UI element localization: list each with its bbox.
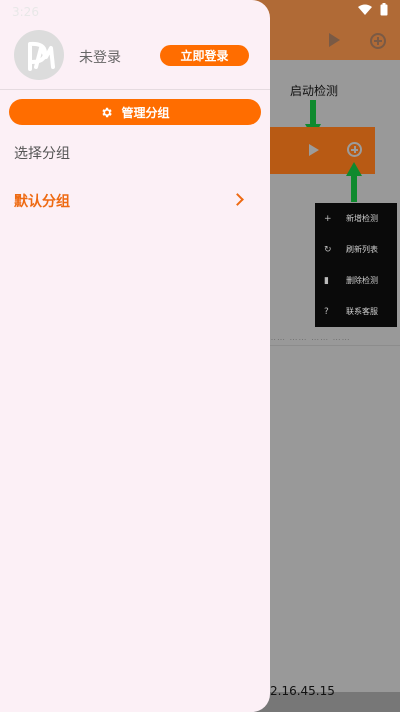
divider bbox=[270, 345, 400, 346]
gear-icon bbox=[102, 107, 113, 117]
help-icon: ? bbox=[324, 306, 329, 317]
popup-menu: + 新增检测 ↻ 刷新列表 ▮ 删除检测 ? 联系客服 bbox=[315, 203, 397, 327]
group-item-default[interactable]: 默认分组 bbox=[0, 186, 270, 216]
chevron-right-icon bbox=[231, 193, 244, 206]
menu-item-add[interactable]: + 新增检测 bbox=[315, 203, 397, 234]
plus-icon: + bbox=[324, 213, 332, 224]
user-name: 未登录 bbox=[79, 50, 121, 66]
login-button[interactable]: 立即登录 bbox=[160, 45, 249, 66]
status-icons bbox=[358, 3, 388, 16]
menu-item-label: 刷新列表 bbox=[346, 245, 378, 254]
blurred-text: …… …… …… …… bbox=[268, 333, 351, 342]
trash-icon: ▮ bbox=[324, 275, 329, 286]
add-circle-icon[interactable] bbox=[370, 33, 386, 49]
menu-item-label: 新增检测 bbox=[346, 214, 378, 223]
play-icon[interactable] bbox=[309, 144, 319, 156]
manage-groups-button[interactable]: 管理分组 bbox=[9, 99, 261, 125]
arrow-up-icon bbox=[346, 162, 362, 202]
version-text: 2.16.45.15 bbox=[270, 684, 335, 698]
annotation-label: 启动检测 bbox=[290, 84, 339, 98]
menu-item-refresh[interactable]: ↻ 刷新列表 bbox=[315, 234, 397, 265]
wifi-icon bbox=[358, 4, 372, 15]
avatar[interactable] bbox=[14, 30, 64, 80]
menu-item-delete[interactable]: ▮ 删除检测 bbox=[315, 265, 397, 296]
start-detect-icon[interactable] bbox=[329, 33, 340, 47]
section-label: 选择分组 bbox=[14, 146, 70, 162]
manage-groups-label: 管理分组 bbox=[121, 105, 170, 120]
menu-item-help[interactable]: ? 联系客服 bbox=[315, 296, 397, 327]
app-logo-icon bbox=[28, 41, 55, 71]
navigation-drawer: 3:26 未登录 立即登录 管理分组 选择分组 默认分组 bbox=[0, 0, 270, 712]
divider bbox=[0, 89, 270, 90]
refresh-icon: ↻ bbox=[324, 244, 332, 255]
menu-item-label: 联系客服 bbox=[346, 307, 378, 316]
status-time: 3:26 bbox=[12, 5, 39, 19]
battery-icon bbox=[380, 3, 388, 16]
group-item-label: 默认分组 bbox=[14, 194, 70, 210]
menu-item-label: 删除检测 bbox=[346, 276, 378, 285]
add-circle-icon[interactable] bbox=[347, 142, 362, 157]
